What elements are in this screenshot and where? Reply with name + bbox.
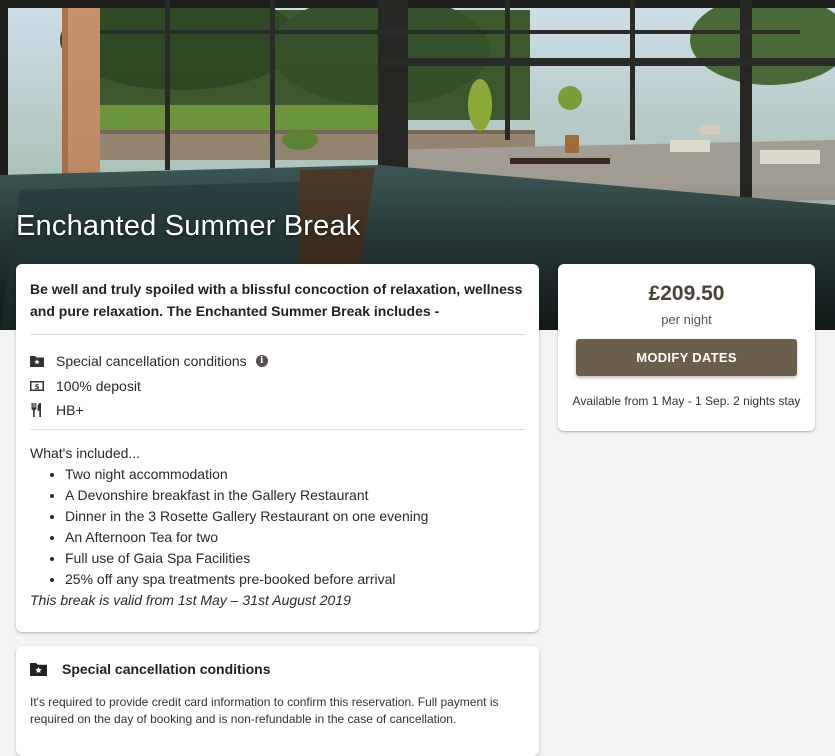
folder-star-icon (30, 662, 62, 676)
page-title: Enchanted Summer Break (16, 210, 361, 242)
restaurant-icon (30, 403, 56, 418)
price-unit: per night (661, 312, 712, 327)
cancellation-header: Special cancellation conditions (30, 660, 525, 678)
price-value: £209.50 (648, 282, 725, 305)
list-item: Two night accommodation (65, 464, 525, 485)
offer-features: Special cancellation conditions i $ 100%… (30, 335, 525, 430)
list-item: 25% off any spa treatments pre-booked be… (65, 569, 525, 590)
offer-details-card: Be well and truly spoiled with a blissfu… (16, 264, 539, 632)
svg-text:$: $ (35, 383, 40, 391)
offer-intro: Be well and truly spoiled with a blissfu… (30, 278, 525, 335)
cancellation-title: Special cancellation conditions (62, 661, 271, 677)
feature-deposit: $ 100% deposit (30, 374, 525, 399)
list-item: A Devonshire breakfast in the Gallery Re… (65, 485, 525, 506)
list-item: Full use of Gaia Spa Facilities (65, 548, 525, 569)
availability-text: Available from 1 May - 1 Sep. 2 nights s… (572, 394, 801, 408)
validity-note: This break is valid from 1st May – 31st … (30, 591, 351, 608)
info-icon[interactable]: i (255, 355, 268, 368)
list-item: An Afternoon Tea for two (65, 527, 525, 548)
feature-label: Special cancellation conditions (56, 353, 247, 370)
included-list: Two night accommodation A Devonshire bre… (30, 464, 525, 590)
whats-included: What's included... Two night accommodati… (30, 430, 525, 610)
feature-label: HB+ (56, 402, 84, 419)
cancellation-text: It's required to provide credit card inf… (30, 695, 499, 726)
banknote-icon: $ (30, 380, 56, 392)
list-item: Dinner in the 3 Rosette Gallery Restaura… (65, 506, 525, 527)
included-title: What's included... (30, 444, 141, 461)
cancellation-card: Special cancellation conditions It's req… (16, 646, 539, 756)
modify-dates-button[interactable]: MODIFY DATES (576, 339, 797, 376)
feature-board: HB+ (30, 398, 525, 423)
folder-star-icon (30, 355, 56, 368)
feature-cancellation: Special cancellation conditions i (30, 349, 525, 374)
feature-label: 100% deposit (56, 377, 141, 394)
price-card: £209.50 per night MODIFY DATES Available… (558, 264, 815, 431)
